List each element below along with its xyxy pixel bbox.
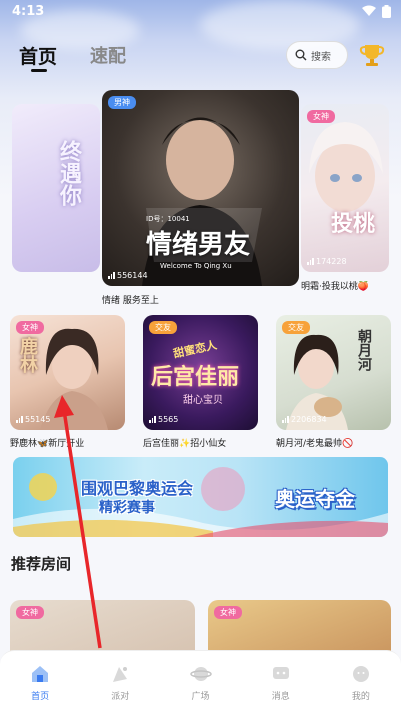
olympics-banner[interactable]: 围观巴黎奥运会 精彩赛事 奥运夺金 [13,457,388,537]
room-id-art: ID号：10041 [146,215,190,223]
status-time: 4:13 [12,4,45,19]
top-header: 首页 速配 搜索 [0,36,401,76]
card-title-art: 投桃 [331,212,376,237]
nav-messages[interactable]: 消息 [241,651,321,713]
portrait-image [309,122,383,212]
planet-icon [189,667,212,681]
room-card[interactable]: 女神 鹿林 55145 [10,315,125,430]
online-count: 174228 [307,257,347,266]
online-count: 2206834 [282,415,327,424]
signal-bars-icon [149,416,156,423]
profile-icon [352,666,369,682]
room-caption: 朝月河/老鬼最帅🚫 [276,439,354,449]
category-badge: 女神 [16,606,44,619]
party-icon [113,667,128,682]
trophy-icon[interactable] [358,41,386,69]
signal-bars-icon [108,272,115,279]
bottom-nav: 首页 派对 广场 消息 我的 [0,650,401,713]
signal-bars-icon [307,258,314,265]
room-caption: 野鹿林🦋新厅开业 [10,439,85,449]
online-count: 55145 [16,415,50,424]
category-badge: 女神 [16,321,44,334]
card-subtitle-art: Welcome To Qing Xu [160,262,232,270]
signal-bars-icon [282,416,289,423]
status-bar: 4:13 [0,0,401,24]
room-caption: 后宫佳丽✨招小仙女 [143,439,227,449]
nav-square[interactable]: 广场 [160,651,240,713]
card-title-art: 终遇你 [56,140,81,206]
carousel-card-left[interactable]: 终遇你 [12,104,100,272]
wifi-icon [362,5,376,16]
category-badge: 女神 [307,110,335,123]
message-icon [272,667,289,679]
banner-subheadline: 精彩赛事 [99,500,155,516]
signal-bars-icon [16,416,23,423]
search-label: 搜索 [311,51,331,63]
category-badge: 交友 [282,321,310,334]
online-count: 5565 [149,415,178,424]
category-badge: 女神 [214,606,242,619]
card-sub-art: 甜心宝贝 [183,395,223,406]
category-badge: 交友 [149,321,177,334]
tab-home[interactable]: 首页 [19,42,57,69]
home-icon [32,666,49,682]
online-count: 556144 [108,271,148,280]
carousel-card-right[interactable]: 女神 投桃 174228 [301,104,389,272]
tab-match[interactable]: 速配 [90,42,126,68]
active-tab-indicator [31,69,47,72]
room-card[interactable]: 交友 甜蜜恋人 后宫佳丽 甜心宝贝 5565 [143,315,258,430]
room-card[interactable]: 交友 朝月河 2206834 [276,315,391,430]
card-caption: 情绪 服务至上 [102,296,159,306]
carousel-card-main[interactable]: 男神 ID号：10041 情绪男友 Welcome To Qing Xu 556… [102,90,299,286]
card-caption: 明霜·投我以桃🍑 [301,282,370,292]
card-title-art: 鹿林 [17,337,38,373]
battery-icon [382,5,391,18]
banner-headline: 围观巴黎奥运会 [81,479,194,498]
search-icon [295,49,307,61]
card-title-art: 朝月河 [356,329,372,371]
nav-profile[interactable]: 我的 [321,651,401,713]
nav-party[interactable]: 派对 [80,651,160,713]
nav-home[interactable]: 首页 [0,651,80,713]
search-button[interactable]: 搜索 [286,41,348,69]
card-title-art: 情绪男友 [146,230,251,260]
card-title-art: 后宫佳丽 [151,365,240,390]
section-title: 推荐房间 [11,555,72,573]
card-tag-art: 甜蜜恋人 [172,338,218,361]
category-badge: 男神 [108,96,136,109]
banner-slogan: 奥运夺金 [275,487,355,511]
